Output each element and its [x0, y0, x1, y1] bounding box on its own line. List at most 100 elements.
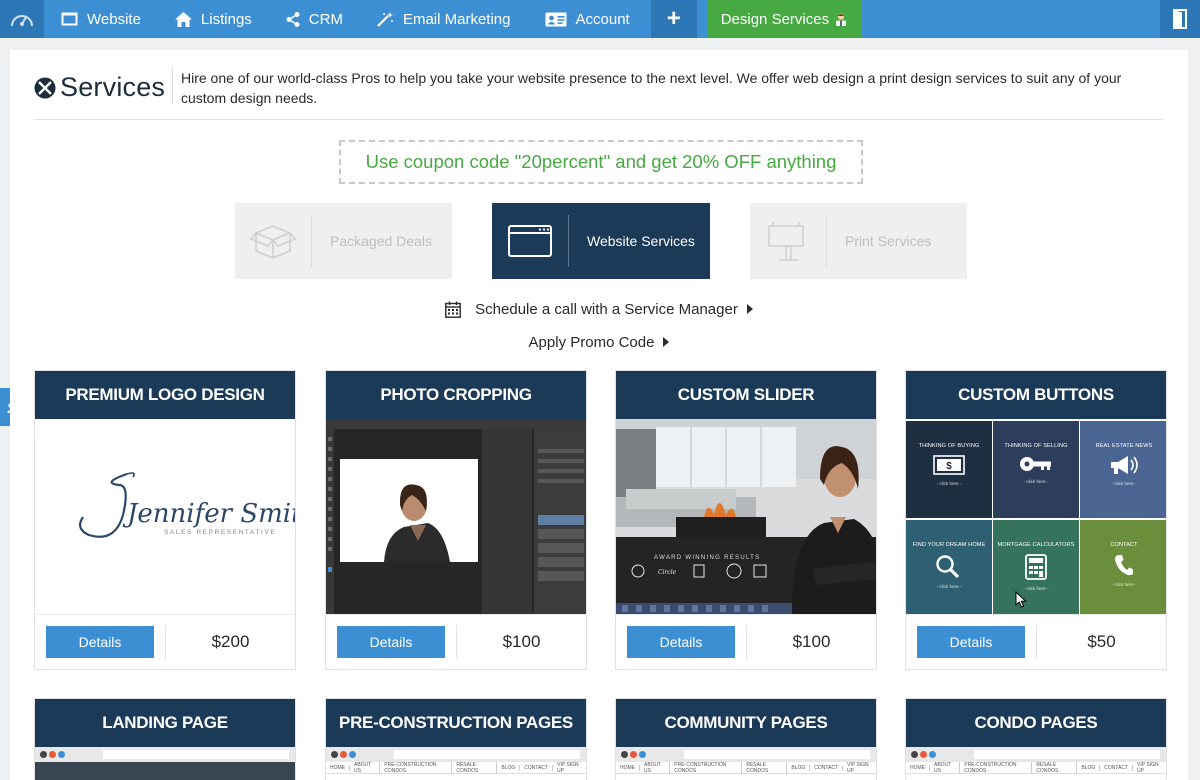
service-card-pre-construction-pages: PRE-CONSTRUCTION PAGES HOME ABOUT US PRE-C… — [325, 698, 587, 780]
nav-crm[interactable]: CRM — [269, 0, 360, 38]
custom-slider-preview: AWARD WINNING RESULTS Circle — [616, 419, 876, 614]
card-title: CONDO PAGES — [906, 699, 1166, 747]
cb-sub: - click here - — [1023, 586, 1049, 591]
schedule-call-link[interactable]: Schedule a call with a Service Manager — [475, 301, 738, 318]
tab-packaged-deals[interactable]: Packaged Deals — [235, 203, 452, 279]
phone-icon — [1115, 555, 1133, 576]
services-panel: Services Hire one of our world-class Pro… — [10, 50, 1188, 780]
tab-print-services-label: Print Services — [845, 233, 932, 249]
service-card-photo-cropping: PHOTO CROPPING Details $100 — [325, 370, 587, 670]
card-title: PRE-CONSTRUCTION PAGES — [326, 699, 586, 747]
coupon-banner: Use coupon code "20percent" and get 20% … — [339, 140, 863, 184]
add-button[interactable]: + — [650, 0, 697, 38]
mini-site-nav: HOME ABOUT US PRE-CONSTRUCTION CONDOS RESAL… — [906, 761, 1166, 774]
cb-sub: - click here - — [936, 584, 962, 589]
dashboard-button[interactable] — [0, 0, 44, 38]
nav-website-label: Website — [87, 10, 141, 28]
service-card-community-pages: COMMUNITY PAGES HOME ABOUT US PRE-CONSTRUC… — [615, 698, 877, 780]
cb-real-estate-news: REAL ESTATE NEWS - click here - — [1080, 421, 1166, 518]
cb-sub: - click here - — [1111, 582, 1137, 587]
svg-text:$: $ — [946, 461, 952, 472]
card-title: PHOTO CROPPING — [326, 371, 586, 419]
nav-design-services[interactable]: Design Services — [706, 0, 863, 38]
nav-crm-label: CRM — [308, 10, 343, 28]
browser-window-icon — [61, 12, 78, 26]
page-title: Services — [60, 72, 166, 102]
nav-listings[interactable]: Listings — [158, 0, 269, 38]
apply-promo-link[interactable]: Apply Promo Code — [529, 334, 655, 351]
service-card-custom-buttons: CUSTOM BUTTONS THINKING OF BUYING $ - cl… — [905, 370, 1167, 670]
designer-emoji-icon — [834, 12, 848, 26]
service-card-logo-design: PREMIUM LOGO DESIGN Jennifer Smith SALES… — [34, 370, 296, 670]
card-title: CUSTOM SLIDER — [616, 371, 876, 419]
tab-website-services[interactable]: Website Services — [492, 203, 710, 279]
card-footer: Details $200 — [35, 614, 295, 669]
price-label: $50 — [1087, 632, 1116, 651]
money-icon: $ — [933, 455, 965, 475]
browser-bar-preview — [616, 747, 876, 762]
card-footer: Details $100 — [616, 614, 876, 669]
cb-thinking-of-selling: THINKING OF SELLING - click here - — [993, 421, 1079, 518]
logo-design-preview: Jennifer Smith SALES REPRESENTATIVE — [35, 419, 295, 614]
nav-design-services-label: Design Services — [720, 10, 830, 28]
service-card-condo-pages: CONDO PAGES HOME ABOUT US PRE-CONSTRUCTION… — [905, 698, 1167, 780]
caret-right-icon — [663, 337, 670, 347]
tab-website-services-label: Website Services — [587, 233, 695, 249]
card-footer: Details $50 — [906, 614, 1166, 669]
details-button[interactable]: Details — [46, 626, 154, 658]
share-icon — [286, 11, 300, 27]
svg-text:Circle: Circle — [658, 569, 677, 576]
slider-room-image: AWARD WINNING RESULTS Circle — [616, 419, 876, 614]
cb-label: FIND YOUR DREAM HOME — [912, 542, 986, 548]
cb-label: THINKING OF SELLING — [1004, 443, 1068, 449]
services-logo-icon — [34, 77, 56, 98]
calculator-icon — [1025, 554, 1047, 580]
cb-sub: - click here - — [1111, 481, 1137, 486]
schedule-call-row: Schedule a call with a Service Manager — [10, 298, 1188, 320]
card-title: COMMUNITY PAGES — [616, 699, 876, 747]
details-button[interactable]: Details — [627, 626, 735, 658]
calendar-icon — [445, 301, 462, 318]
speedometer-icon — [11, 15, 33, 27]
details-button[interactable]: Details — [917, 626, 1025, 658]
nav-email-marketing[interactable]: Email Marketing — [360, 0, 528, 38]
slider-caption-text: AWARD WINNING RESULTS — [654, 555, 760, 561]
nav-website[interactable]: Website — [44, 0, 158, 38]
promo-row: Apply Promo Code — [10, 331, 1188, 353]
details-button[interactable]: Details — [337, 626, 445, 658]
services-header: Services Hire one of our world-class Pro… — [34, 68, 1164, 120]
browser-bar-preview — [35, 747, 295, 762]
browser-bar-preview — [326, 747, 586, 762]
custom-buttons-grid: THINKING OF BUYING $ - click here - THIN… — [906, 419, 1166, 614]
magnifier-icon — [936, 555, 960, 578]
landing-page-preview — [35, 762, 295, 780]
nav-account-label: Account — [575, 10, 630, 28]
custom-buttons-preview: THINKING OF BUYING $ - click here - THIN… — [906, 419, 1166, 614]
caret-right-icon — [746, 304, 753, 314]
megaphone-icon — [1111, 456, 1138, 474]
cb-contact: CONTACT - click here - — [1080, 520, 1166, 614]
price-label: $200 — [211, 632, 250, 651]
cb-sub: - click here - — [1023, 479, 1049, 484]
top-nav: Website Listings CRM Email Marketing Acc… — [0, 0, 1200, 38]
mini-site-nav: HOME ABOUT US PRE-CONSTRUCTION CONDOS RESAL… — [326, 761, 586, 774]
price-label: $100 — [502, 632, 541, 651]
nav-account[interactable]: Account — [528, 0, 647, 38]
photo-cropping-preview — [326, 419, 586, 614]
cb-sub: - click here - — [936, 481, 962, 486]
magic-wand-icon — [377, 11, 394, 27]
card-title: LANDING PAGE — [35, 699, 295, 747]
exit-door-icon — [1173, 9, 1187, 29]
logo-name-text: Jennifer Smith — [122, 499, 295, 529]
tab-print-services[interactable]: Print Services — [750, 203, 967, 279]
tab-packaged-deals-label: Packaged Deals — [330, 233, 432, 249]
card-footer: Details $100 — [326, 614, 586, 669]
id-card-icon — [545, 12, 567, 27]
nav-listings-label: Listings — [200, 10, 252, 28]
photo-editor-screenshot-image — [326, 419, 586, 614]
cb-find-dream-home: FIND YOUR DREAM HOME - click here - — [906, 520, 992, 614]
service-card-landing-page: LANDING PAGE — [34, 698, 296, 780]
logout-button[interactable] — [1160, 0, 1200, 38]
header-description: Hire one of our world-class Pros to help… — [181, 70, 1122, 106]
mini-site-nav: HOME ABOUT US PRE-CONSTRUCTION CONDOS RESAL… — [616, 761, 876, 774]
